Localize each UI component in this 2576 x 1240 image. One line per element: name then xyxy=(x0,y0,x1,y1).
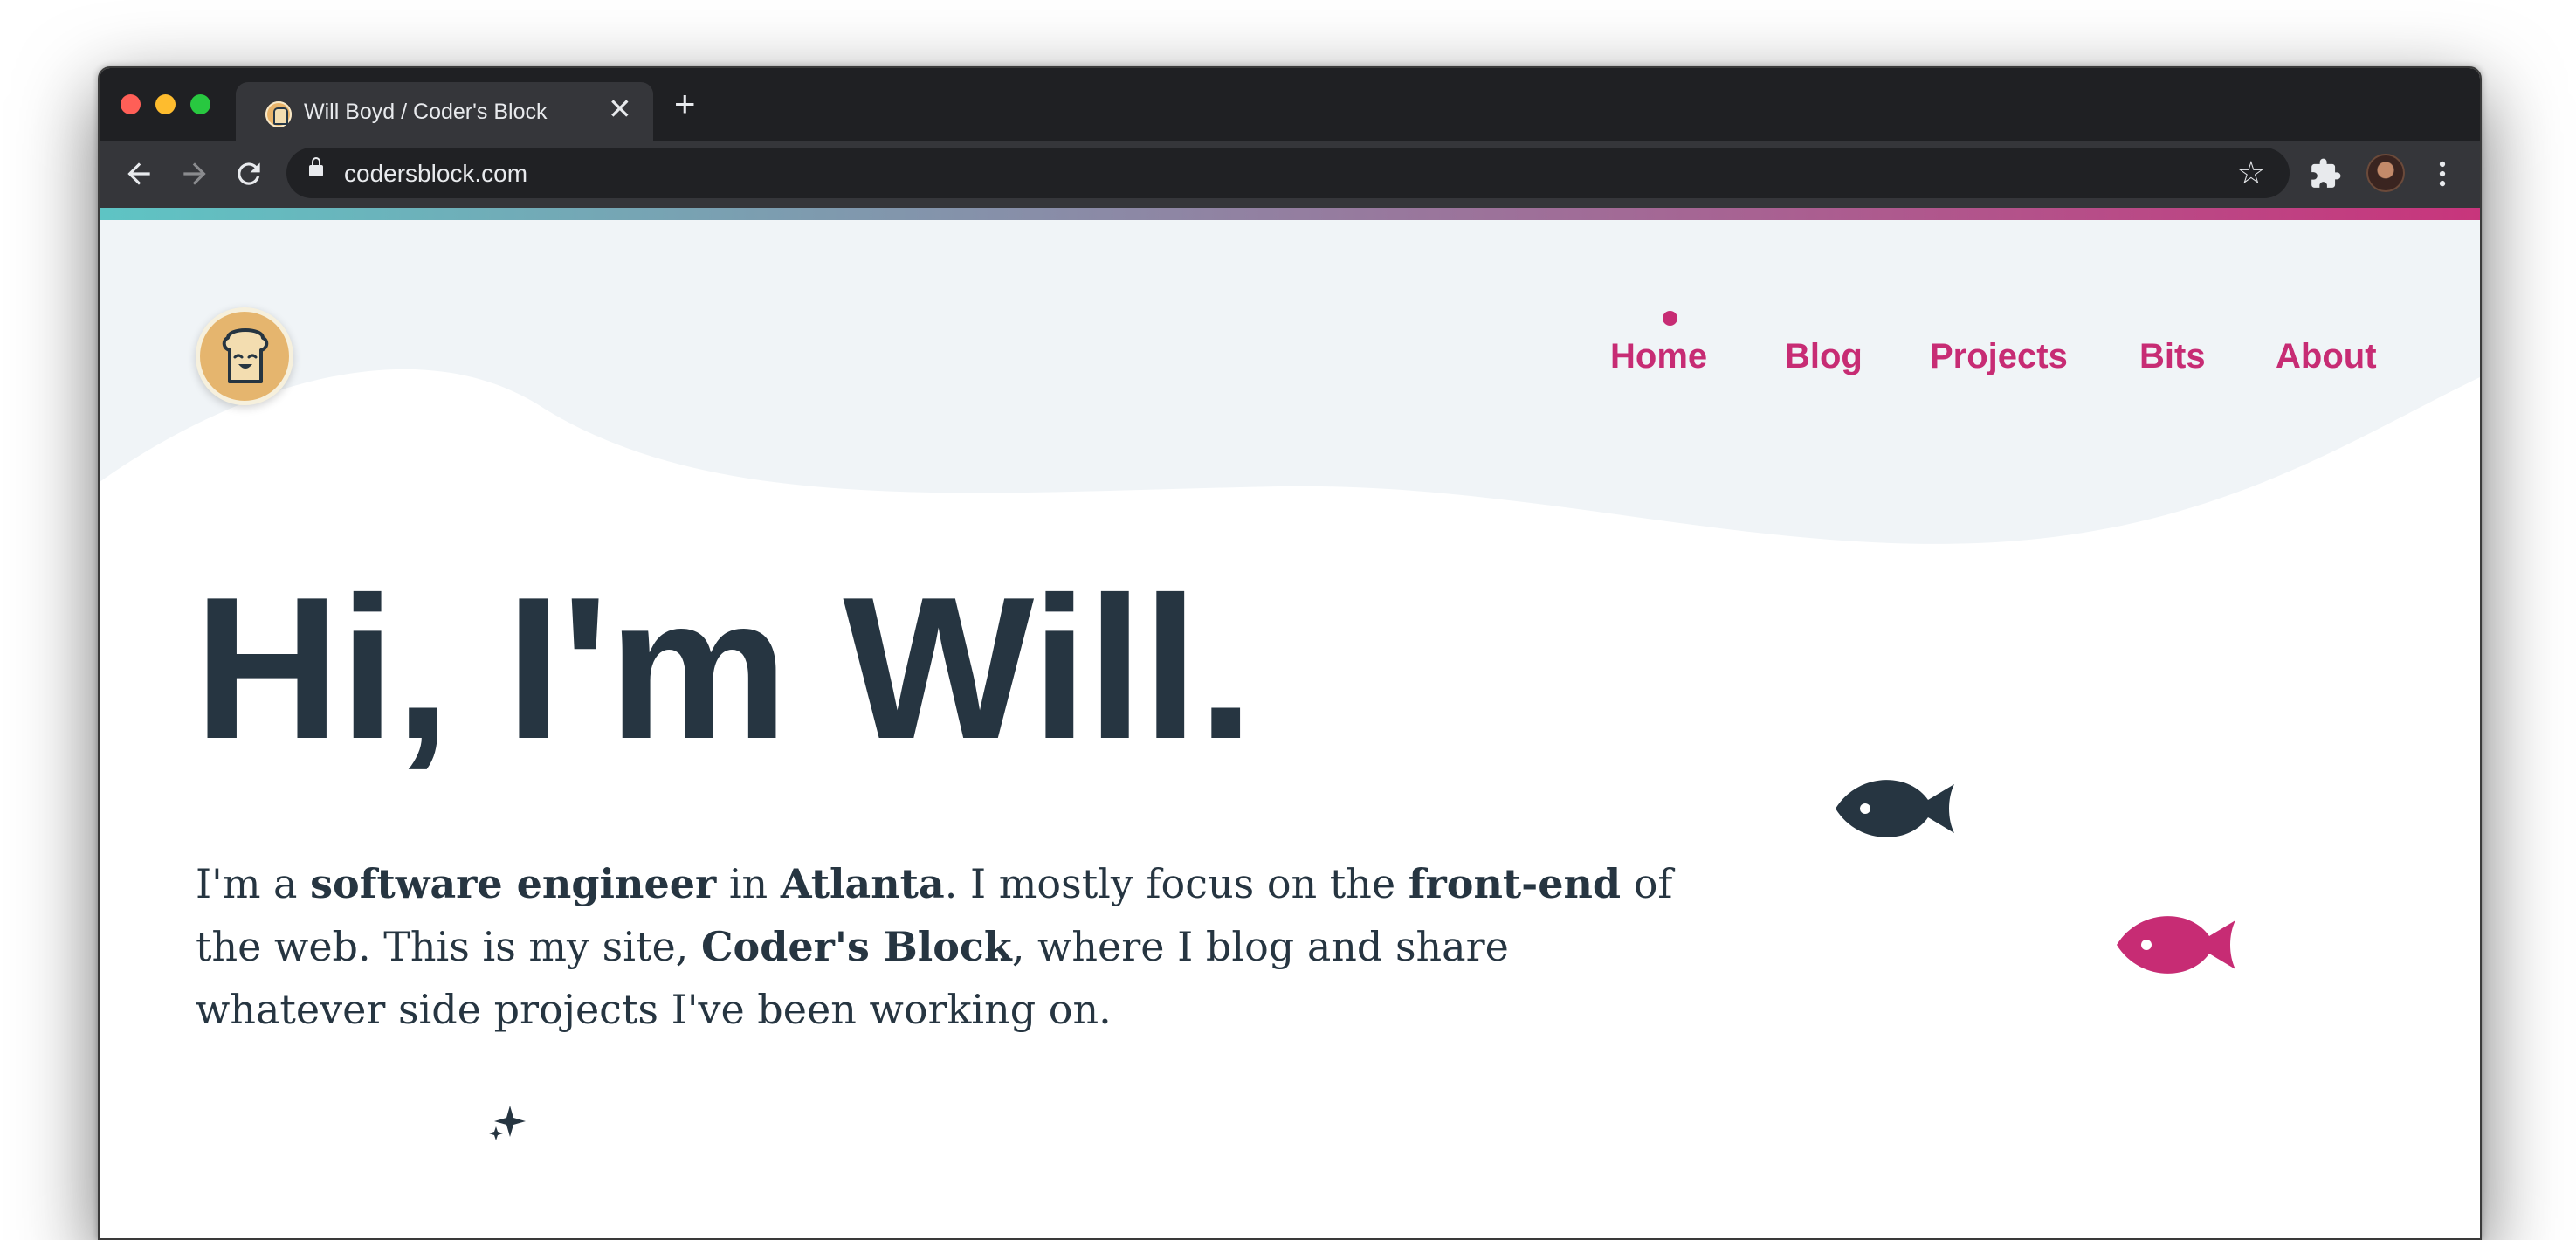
header-wave xyxy=(100,220,2480,544)
intro-bold-role: software engineer xyxy=(310,860,717,907)
intro-bold-city: Atlanta xyxy=(780,860,945,907)
close-tab-icon[interactable]: ✕ xyxy=(608,94,632,123)
favicon-icon xyxy=(265,101,292,127)
nav-bits[interactable]: Bits xyxy=(2139,337,2206,376)
site-logo[interactable] xyxy=(196,307,293,405)
fish-icon xyxy=(1836,780,1954,837)
nav-about[interactable]: About xyxy=(2276,337,2377,376)
menu-kebab-icon[interactable] xyxy=(2426,157,2459,194)
forward-icon[interactable] xyxy=(178,157,211,194)
toast-logo-icon xyxy=(222,328,269,383)
intro-text: . I mostly focus on the xyxy=(944,860,1409,907)
nav-home[interactable]: Home xyxy=(1610,337,1707,376)
nav-blog[interactable]: Blog xyxy=(1785,337,1863,376)
new-tab-button[interactable]: + xyxy=(674,86,696,122)
accent-gradient-bar xyxy=(100,208,2480,220)
tab-title: Will Boyd / Coder's Block xyxy=(304,100,548,124)
intro-paragraph: I'm a software engineer in Atlanta. I mo… xyxy=(196,852,1680,1041)
browser-tab[interactable]: Will Boyd / Coder's Block ✕ xyxy=(236,82,653,141)
sparkle-icon xyxy=(489,1106,526,1140)
page-content: Home Blog Projects Bits About Hi, I'm Wi… xyxy=(100,220,2480,1238)
page-title: Hi, I'm Will. xyxy=(194,555,1254,782)
active-nav-indicator xyxy=(1663,311,1677,326)
intro-bold-focus: front-end xyxy=(1408,860,1622,907)
back-icon[interactable] xyxy=(122,157,155,194)
intro-text: I'm a xyxy=(196,860,311,907)
nav-projects[interactable]: Projects xyxy=(1930,337,2068,376)
intro-text: in xyxy=(716,860,781,907)
close-window-button[interactable] xyxy=(121,94,141,114)
minimize-window-button[interactable] xyxy=(155,94,176,114)
bookmark-star-icon[interactable]: ☆ xyxy=(2237,155,2265,191)
browser-toolbar: codersblock.com ☆ xyxy=(100,141,2480,208)
reload-icon[interactable] xyxy=(232,157,265,194)
browser-window: Will Boyd / Coder's Block ✕ + codersbloc… xyxy=(98,66,2482,1240)
maximize-window-button[interactable] xyxy=(190,94,210,114)
lock-icon xyxy=(309,157,323,176)
url-text: codersblock.com xyxy=(344,160,528,187)
profile-avatar[interactable] xyxy=(2366,154,2405,192)
extensions-puzzle-icon[interactable] xyxy=(2309,157,2342,194)
intro-bold-site: Coder's Block xyxy=(700,923,1012,970)
tab-strip: Will Boyd / Coder's Block ✕ + xyxy=(100,68,2480,141)
fish-icon xyxy=(2117,916,2235,974)
address-bar[interactable]: codersblock.com ☆ xyxy=(286,148,2290,198)
